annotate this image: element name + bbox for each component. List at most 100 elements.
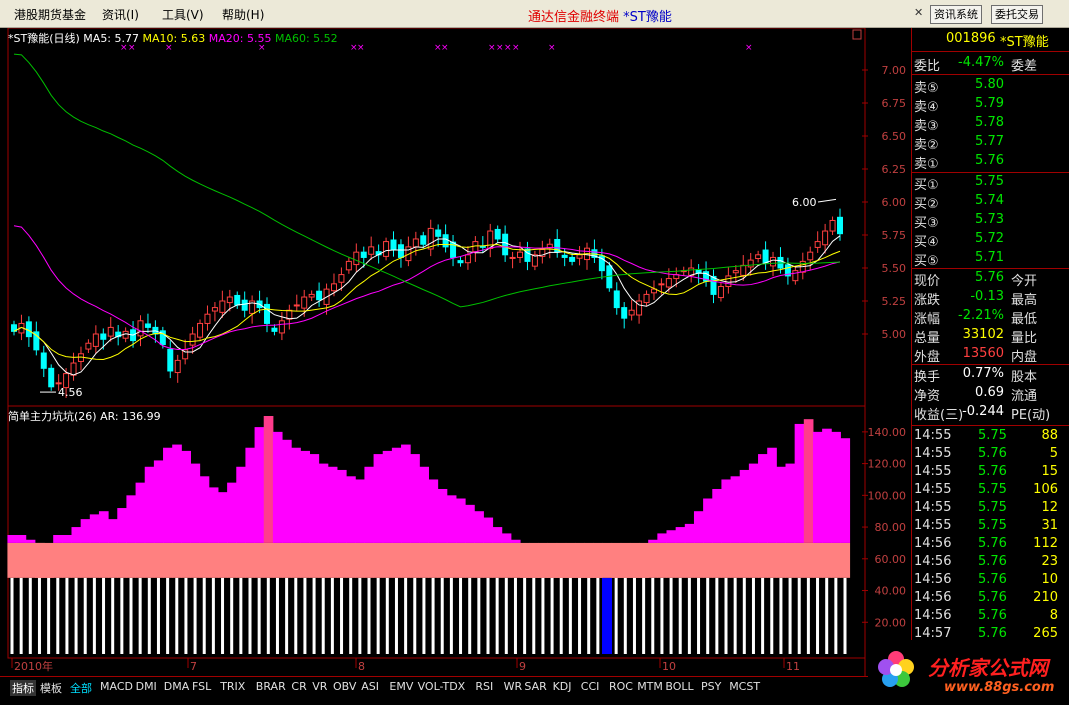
kline-chart[interactable]: 7.00 6.75 6.50 6.25 6.00 5.75 5.50 5.25 5.00 6.00…: [0, 28, 910, 676]
candle-body: [211, 307, 218, 312]
indicator-tick-label: 100.00: [868, 489, 907, 502]
indicator-stripe: [394, 577, 398, 654]
indicator-bar: [657, 533, 667, 543]
bid-row-5-value: 5.71: [975, 250, 1004, 265]
candle-body: [293, 304, 300, 307]
candle-body: [264, 303, 271, 324]
tab-指标[interactable]: 指标: [10, 680, 36, 696]
tab-mcst[interactable]: MCST: [729, 680, 760, 693]
bid-row-2-value: 5.74: [975, 193, 1004, 208]
tab-brar[interactable]: BRAR: [256, 680, 286, 693]
tick-time: 14:57: [914, 626, 952, 641]
news-system-button[interactable]: 资讯系统: [930, 5, 982, 24]
tab-模板[interactable]: 模板: [40, 680, 62, 696]
ma60-label: MA60: 5.52: [274, 32, 338, 45]
indicator-bar: [712, 488, 722, 543]
indicator-bar: [474, 511, 484, 543]
indicator-band: [831, 542, 841, 578]
month-label: 10: [662, 660, 676, 673]
stat-row-2-label: 涨幅: [914, 312, 941, 327]
tick-time: 14:55: [914, 446, 952, 461]
tab-vr[interactable]: VR: [312, 680, 327, 693]
menu-bar: 港股期货基金 资讯(I) 工具(V) 帮助(H) 通达信金融终端 *ST豫能 ✕…: [0, 0, 1069, 28]
indicator-stripe: [596, 577, 600, 654]
tab-psy[interactable]: PSY: [701, 680, 721, 693]
tick-row: 14:55 5.76 15: [912, 464, 1068, 482]
tick-time: 14:56: [914, 590, 952, 605]
candle-body: [725, 275, 732, 287]
tab-emv[interactable]: EMV: [389, 680, 413, 693]
menu-news[interactable]: 资讯(I): [102, 6, 139, 23]
indicator-stripe: [376, 577, 380, 654]
indicator-stripe: [175, 577, 179, 654]
tab-trix[interactable]: TRIX: [220, 680, 245, 693]
indicator-bar: [483, 517, 494, 543]
tick-price: 5.76: [978, 590, 1007, 605]
indicator-band: [373, 542, 384, 578]
menu-hk-futures-funds[interactable]: 港股期货基金: [14, 6, 86, 23]
tick-time: 14:56: [914, 572, 952, 587]
indicator-bar: [437, 488, 448, 543]
menu-tools[interactable]: 工具(V): [162, 6, 204, 23]
ask-row-5-label: 卖⑤: [914, 81, 939, 96]
tab-asi[interactable]: ASI: [361, 680, 379, 693]
tab-boll[interactable]: BOLL: [665, 680, 693, 693]
indicator-stripe: [761, 577, 765, 654]
indicator-stripe: [303, 577, 307, 654]
tab-cr[interactable]: CR: [291, 680, 306, 693]
tab-kdj[interactable]: KDJ: [553, 680, 572, 693]
stat-row-2-label2: 最低: [1011, 312, 1038, 327]
trade-order-button[interactable]: 委托交易: [991, 5, 1043, 24]
tab-全部[interactable]: 全部: [70, 680, 92, 696]
indicator-bar: [282, 439, 292, 543]
indicator-bar: [144, 466, 155, 543]
indicator-stripe: [248, 577, 252, 654]
indicator-bar: [639, 549, 649, 578]
indicator-bar: [318, 463, 329, 543]
tab-roc[interactable]: ROC: [609, 680, 633, 693]
tab-wr[interactable]: WR: [504, 680, 523, 693]
tab-dmi[interactable]: DMI: [136, 680, 157, 693]
indicator-stripe: [623, 577, 627, 654]
indicator-bar: [565, 565, 576, 578]
price-tick-label: 5.00: [882, 328, 907, 341]
indicator-stripe: [266, 577, 270, 654]
tab-dma[interactable]: DMA: [164, 680, 190, 693]
indicator-bar: [501, 533, 512, 543]
tab-rsi[interactable]: RSI: [475, 680, 493, 693]
menu-help[interactable]: 帮助(H): [222, 6, 264, 23]
stat-row-1-label2: 最高: [1011, 293, 1038, 308]
indicator-bar: [153, 460, 164, 543]
tab-sar[interactable]: SAR: [524, 680, 546, 693]
tab-macd[interactable]: MACD: [100, 680, 133, 693]
tab-cci[interactable]: CCI: [581, 680, 600, 693]
ask-row-2-value: 5.77: [975, 134, 1004, 149]
weibi-row: 委比 -4.47% 委差: [912, 55, 1068, 74]
tab-vol-tdx[interactable]: VOL-TDX: [418, 680, 466, 693]
close-x-icon[interactable]: ✕: [914, 6, 923, 19]
indicator-stripe: [568, 577, 572, 654]
app-title: 通达信金融终端: [528, 10, 620, 25]
indicator-bar: [263, 416, 274, 543]
high-price-label: 6.00: [792, 196, 817, 209]
indicator-band: [465, 542, 475, 578]
candle-body: [345, 260, 352, 271]
indicator-stripe: [797, 577, 801, 654]
indicator-bar: [34, 542, 45, 578]
indicator-band: [80, 542, 91, 578]
tab-obv[interactable]: OBV: [333, 680, 356, 693]
stock-code: 001896: [946, 31, 996, 46]
indicator-bar: [44, 546, 54, 578]
tick-row: 14:56 5.76 210: [912, 590, 1068, 608]
stat-row-1-value: -0.13: [970, 289, 1004, 304]
indicator-stripe: [706, 577, 710, 654]
candle-body: [100, 333, 107, 340]
indicator-stripe: [449, 577, 453, 654]
tab-fsl[interactable]: FSL: [192, 680, 211, 693]
bid-row-4-label: 买④: [914, 235, 939, 250]
indicator-band: [336, 542, 347, 578]
indicator-band: [364, 542, 375, 578]
stat-row-4-label2: 内盘: [1011, 350, 1038, 365]
tab-mtm[interactable]: MTM: [637, 680, 663, 693]
indicator-stripe: [724, 577, 728, 654]
